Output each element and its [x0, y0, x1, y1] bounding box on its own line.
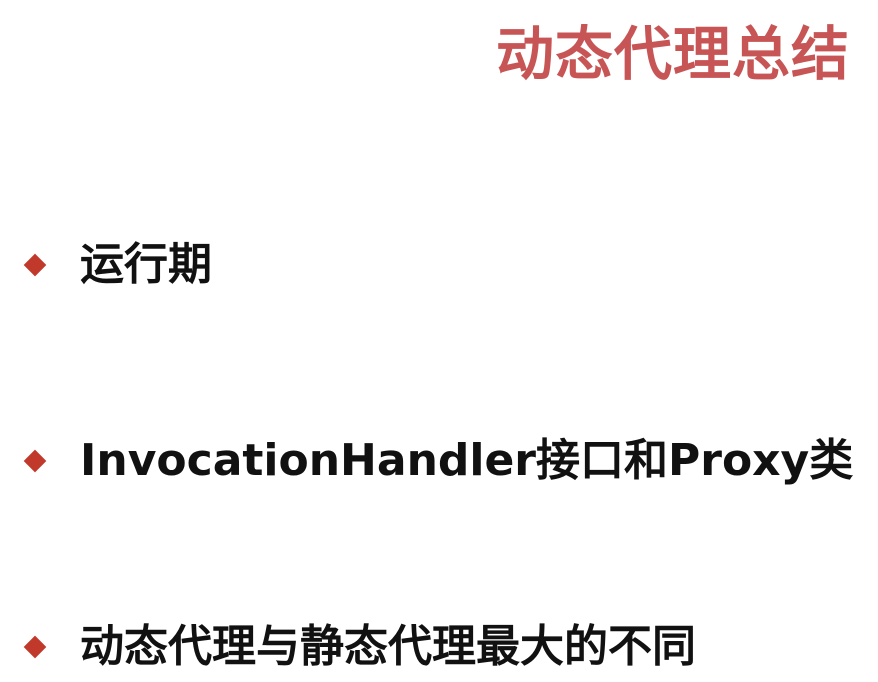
bullet-item: 运行期 — [22, 230, 212, 300]
bullet-text: InvocationHandler接口和Proxy类 — [80, 435, 854, 486]
diamond-bullet-icon — [23, 253, 47, 277]
bullet-item: 动态代理与静态代理最大的不同 — [22, 612, 696, 682]
bullet-text: 动态代理与静态代理最大的不同 — [80, 621, 696, 672]
slide-title: 动态代理总结 — [495, 20, 850, 88]
bullet-item: InvocationHandler接口和Proxy类 — [22, 426, 853, 496]
presentation-slide: 动态代理总结 运行期 InvocationHandler接口和Proxy类 动态… — [0, 0, 878, 682]
diamond-bullet-icon — [23, 635, 47, 659]
bullet-text: 运行期 — [80, 239, 212, 290]
diamond-bullet-icon — [23, 449, 47, 473]
